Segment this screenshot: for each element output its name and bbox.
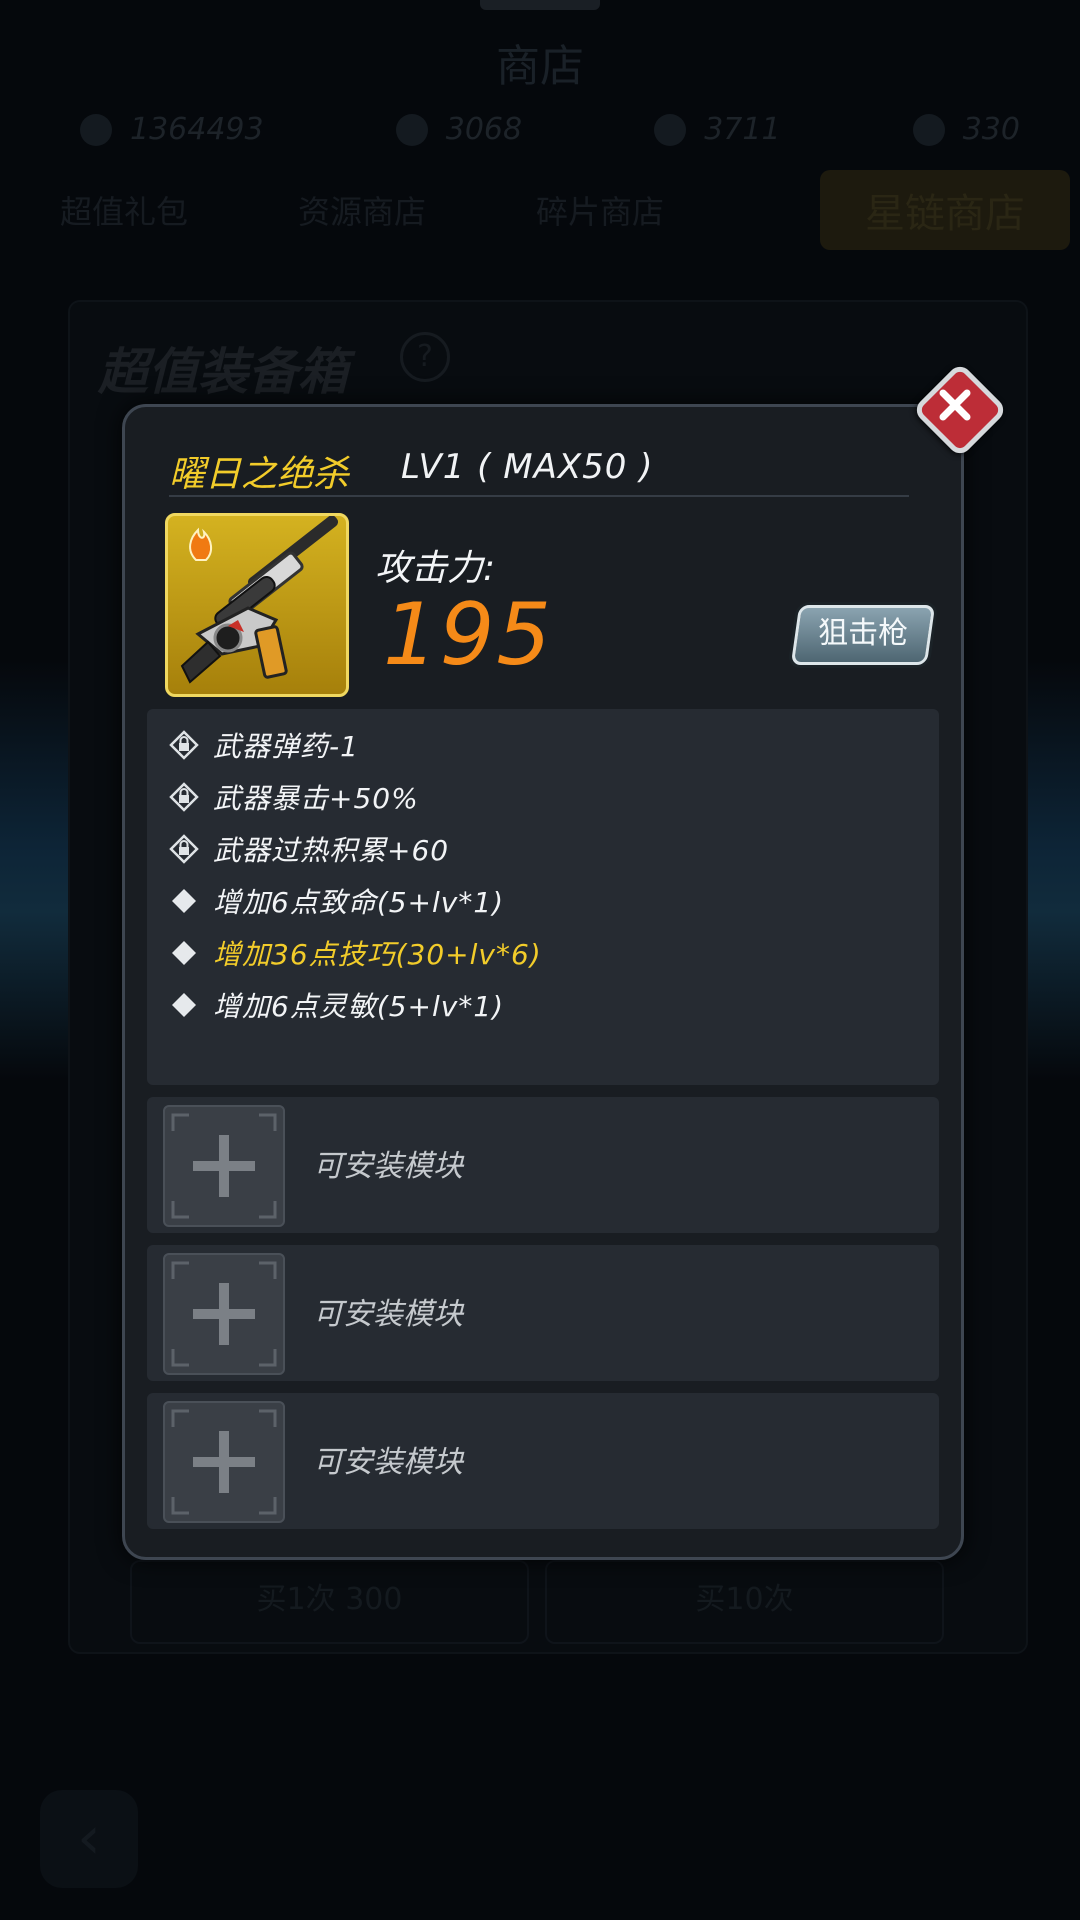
help-icon: ? bbox=[400, 332, 450, 382]
attribute-text: 武器暴击+50% bbox=[213, 782, 419, 815]
shop-title: 商店 bbox=[496, 41, 584, 92]
lock-diamond-icon bbox=[169, 782, 199, 812]
attribute-text: 增加6点致命(5+lv*1) bbox=[213, 886, 505, 919]
lock-diamond-icon bbox=[169, 730, 199, 760]
weapon-type-badge: 狙击枪 bbox=[790, 605, 936, 665]
tab-resource: 资源商店 bbox=[298, 193, 427, 231]
currency-gold: 1364493 bbox=[80, 112, 264, 147]
shop-tabs: 超值礼包 资源商店 碎片商店 星链商店 bbox=[60, 170, 1070, 250]
module-slot-label: 可安装模块 bbox=[313, 1297, 463, 1332]
back-button: ‹ bbox=[40, 1790, 138, 1888]
module-slot-2[interactable]: 可安装模块 bbox=[147, 1245, 939, 1381]
tab-starlink: 星链商店 bbox=[820, 170, 1070, 250]
module-slot-3[interactable]: 可安装模块 bbox=[147, 1393, 939, 1529]
attribute-text: 武器过热积累+60 bbox=[213, 834, 450, 867]
coin-icon bbox=[80, 113, 112, 146]
close-icon[interactable] bbox=[921, 371, 989, 439]
plus-icon bbox=[171, 1409, 277, 1515]
fire-icon bbox=[189, 527, 212, 561]
lock-diamond-icon bbox=[169, 834, 199, 864]
weapon-detail-modal: 曜日之绝杀 LV1 ( MAX50 ) 攻击力: 195 狙击枪 武器弹药-1 … bbox=[122, 404, 964, 1560]
module-slot-1[interactable]: 可安装模块 bbox=[147, 1097, 939, 1233]
attribute-row: 增加6点灵敏(5+lv*1) bbox=[169, 979, 504, 1031]
gem-icon bbox=[395, 113, 428, 146]
tab-gift: 超值礼包 bbox=[60, 193, 189, 231]
attribute-row: 增加6点致命(5+lv*1) bbox=[169, 875, 504, 927]
module-slot-label: 可安装模块 bbox=[313, 1149, 463, 1184]
attribute-row: 武器过热积累+60 bbox=[169, 823, 449, 875]
attribute-text: 武器弹药-1 bbox=[213, 730, 359, 763]
attribute-text: 增加36点技巧(30+lv*6) bbox=[213, 938, 542, 971]
attack-label: 攻击力: bbox=[375, 548, 496, 589]
attack-value: 195 bbox=[383, 585, 554, 685]
modal-header: 曜日之绝杀 LV1 ( MAX50 ) bbox=[169, 445, 909, 497]
buy-ten-button: 买10次 bbox=[545, 1560, 944, 1644]
plus-icon bbox=[171, 1113, 277, 1219]
add-module-button[interactable] bbox=[163, 1105, 285, 1227]
chip-icon bbox=[912, 113, 945, 146]
buy-one-button: 买1次 300 bbox=[130, 1560, 529, 1644]
currency-gem: 3068 bbox=[395, 112, 522, 147]
weapon-art bbox=[180, 516, 339, 684]
currency-energy: 3711 bbox=[654, 112, 781, 147]
diamond-bullet-icon bbox=[169, 886, 199, 916]
plus-icon bbox=[171, 1261, 277, 1367]
weapon-level: LV1 ( MAX50 ) bbox=[401, 447, 654, 487]
attribute-row: 增加36点技巧(30+lv*6) bbox=[169, 927, 542, 979]
diamond-bullet-icon bbox=[169, 990, 199, 1020]
tab-fragment: 碎片商店 bbox=[536, 193, 665, 231]
diamond-bullet-icon bbox=[169, 938, 199, 968]
currency-chip: 330 bbox=[912, 112, 1020, 147]
sniper-rifle-icon bbox=[165, 513, 349, 697]
add-module-button[interactable] bbox=[163, 1253, 285, 1375]
attribute-row: 武器暴击+50% bbox=[169, 771, 419, 823]
weapon-name: 曜日之绝杀 bbox=[169, 454, 350, 495]
attribute-row: 武器弹药-1 bbox=[169, 719, 359, 771]
add-module-button[interactable] bbox=[163, 1401, 285, 1523]
currency-bar: 1364493 3068 3711 330 bbox=[80, 112, 1020, 147]
energy-icon bbox=[654, 113, 687, 146]
attribute-text: 增加6点灵敏(5+lv*1) bbox=[213, 990, 505, 1023]
attribute-panel: 武器弹药-1 武器暴击+50% 武器过热积累+60 增加6点致命(5+lv*1)… bbox=[147, 709, 939, 1085]
module-slot-label: 可安装模块 bbox=[313, 1445, 463, 1480]
top-notch bbox=[480, 0, 600, 10]
card-title: 超值装备箱 bbox=[98, 343, 348, 401]
